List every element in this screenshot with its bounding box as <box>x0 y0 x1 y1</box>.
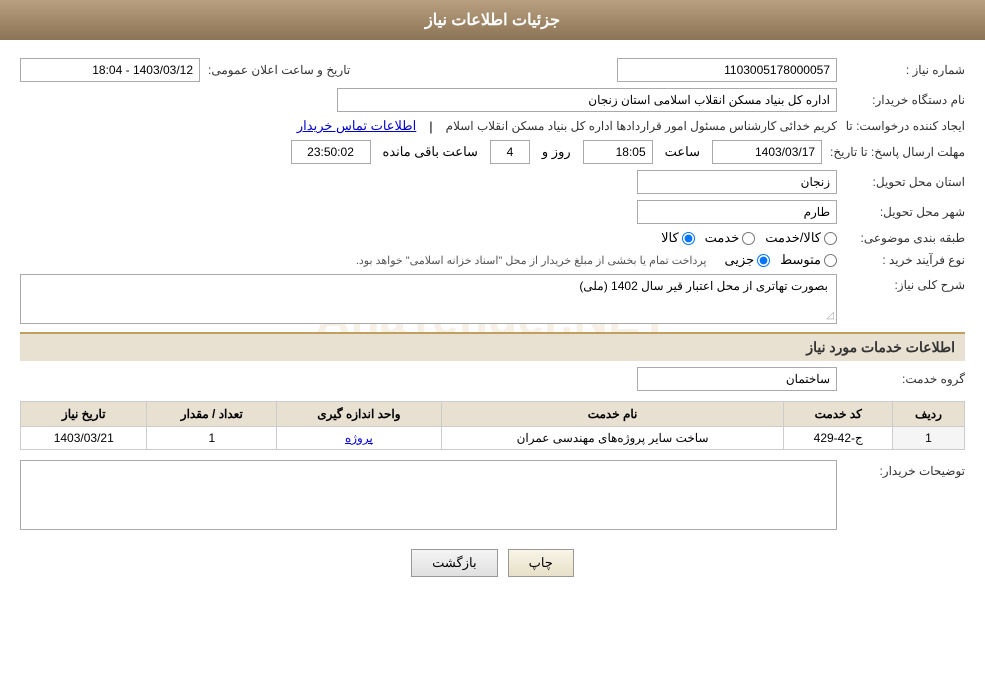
radio-kala-label: کالا <box>661 230 679 246</box>
buyer-org-label: نام دستگاه خریدار: <box>845 93 965 107</box>
creator-value: کریم خدائی کارشناس مسئول امور قراردادها … <box>446 119 837 133</box>
process-note: پرداخت تمام یا بخشی از مبلغ خریدار از مح… <box>356 254 707 267</box>
description-value: بصورت تهاتری از محل اعتبار قیر سال 1402 … <box>579 279 828 293</box>
cell-service-name: ساخت سایر پروژه‌های مهندسی عمران <box>441 427 784 450</box>
category-radio-kala-khedmat[interactable]: کالا/خدمت <box>765 230 837 246</box>
need-number-row: شماره نیاز : تاریخ و ساعت اعلان عمومی: <box>20 58 965 82</box>
reply-date-label: مهلت ارسال پاسخ: تا تاریخ: <box>830 145 965 159</box>
cell-count: 1 <box>147 427 277 450</box>
process-radio-group: متوسط جزیی <box>724 252 837 268</box>
radio-khedmat-label: خدمت <box>705 230 740 246</box>
description-label: شرح کلی نیاز: <box>845 278 965 292</box>
reply-days-input[interactable] <box>490 140 530 164</box>
creator-label: ایجاد کننده درخواست: تا <box>845 119 965 133</box>
col-unit: واحد اندازه گیری <box>277 402 441 427</box>
services-table-section: ردیف کد خدمت نام خدمت واحد اندازه گیری ت… <box>20 401 965 450</box>
back-button[interactable]: بازگشت <box>411 549 497 577</box>
city-label: شهر محل تحویل: <box>845 205 965 219</box>
reply-date-input[interactable] <box>712 140 822 164</box>
province-input[interactable] <box>637 170 837 194</box>
creator-row: ایجاد کننده درخواست: تا کریم خدائی کارشن… <box>20 118 965 134</box>
radio-khedmat[interactable] <box>742 232 755 245</box>
radio-kala-khedmat[interactable] <box>824 232 837 245</box>
category-radio-kala[interactable]: کالا <box>661 230 695 246</box>
services-header-text: اطلاعات خدمات مورد نیاز <box>806 339 955 355</box>
process-radio-medium[interactable]: متوسط <box>780 252 837 268</box>
need-number-label: شماره نیاز : <box>845 63 965 77</box>
table-row: 1 ج-42-429 ساخت سایر پروژه‌های مهندسی عم… <box>21 427 965 450</box>
services-section-header: اطلاعات خدمات مورد نیاز <box>20 332 965 361</box>
category-label: طبقه بندی موضوعی: <box>845 231 965 245</box>
process-row: نوع فرآیند خرید : متوسط جزیی پرداخت تمام… <box>20 252 965 268</box>
category-radio-group: کالا/خدمت خدمت کالا <box>661 230 837 246</box>
reply-time-input[interactable] <box>583 140 653 164</box>
content-wrapper: شماره نیاز : تاریخ و ساعت اعلان عمومی: ن… <box>20 58 965 587</box>
content-area: AnaTender.NET شماره نیاز : تاریخ و ساعت … <box>0 40 985 597</box>
cell-unit: پروژه <box>277 427 441 450</box>
buyer-notes-textarea[interactable] <box>20 460 837 530</box>
buyer-org-row: نام دستگاه خریدار: <box>20 88 965 112</box>
col-service-code: کد خدمت <box>784 402 893 427</box>
page-container: جزئیات اطلاعات نیاز AnaTender.NET شماره … <box>0 0 985 691</box>
col-count: تعداد / مقدار <box>147 402 277 427</box>
buyer-notes-row: توضیحات خریدار: <box>20 460 965 533</box>
buyer-notes-label: توضیحات خریدار: <box>845 464 965 478</box>
remaining-label: ساعت باقی مانده <box>383 144 478 160</box>
radio-partial-label: جزیی <box>724 252 754 268</box>
cell-row-num: 1 <box>892 427 964 450</box>
city-row: شهر محل تحویل: <box>20 200 965 224</box>
announcement-date-label: تاریخ و ساعت اعلان عمومی: <box>208 63 350 77</box>
process-label: نوع فرآیند خرید : <box>845 253 965 267</box>
button-group: چاپ بازگشت <box>20 539 965 587</box>
col-date: تاریخ نیاز <box>21 402 147 427</box>
unit-link[interactable]: پروژه <box>345 431 373 445</box>
col-service-name: نام خدمت <box>441 402 784 427</box>
service-group-row: گروه خدمت: <box>20 367 965 391</box>
creator-contact-link[interactable]: اطلاعات تماس خریدار <box>297 118 416 134</box>
radio-medium-label: متوسط <box>780 252 821 268</box>
services-table: ردیف کد خدمت نام خدمت واحد اندازه گیری ت… <box>20 401 965 450</box>
cell-date: 1403/03/21 <box>21 427 147 450</box>
reply-days-label: روز و <box>542 144 571 160</box>
service-group-input[interactable] <box>637 367 837 391</box>
province-label: استان محل تحویل: <box>845 175 965 189</box>
print-button[interactable]: چاپ <box>508 549 574 577</box>
description-row: شرح کلی نیاز: بصورت تهاتری از محل اعتبار… <box>20 274 965 324</box>
radio-kala[interactable] <box>682 232 695 245</box>
radio-partial[interactable] <box>757 254 770 267</box>
city-input[interactable] <box>637 200 837 224</box>
page-header: جزئیات اطلاعات نیاز <box>0 0 985 40</box>
province-row: استان محل تحویل: <box>20 170 965 194</box>
service-group-label: گروه خدمت: <box>845 372 965 386</box>
col-row-num: ردیف <box>892 402 964 427</box>
reply-date-row: مهلت ارسال پاسخ: تا تاریخ: ساعت روز و سا… <box>20 140 965 164</box>
cell-service-code: ج-42-429 <box>784 427 893 450</box>
radio-medium[interactable] <box>824 254 837 267</box>
remaining-time-input[interactable] <box>291 140 371 164</box>
announcement-date-input[interactable] <box>20 58 200 82</box>
buyer-org-input[interactable] <box>337 88 837 112</box>
buyer-notes-container <box>20 460 837 533</box>
resize-handle: ◿ <box>826 310 834 321</box>
need-number-input[interactable] <box>617 58 837 82</box>
process-radio-partial[interactable]: جزیی <box>724 252 770 268</box>
page-title: جزئیات اطلاعات نیاز <box>425 12 560 29</box>
category-radio-khedmat[interactable]: خدمت <box>705 230 756 246</box>
description-box: بصورت تهاتری از محل اعتبار قیر سال 1402 … <box>20 274 837 324</box>
reply-time-label: ساعت <box>665 144 700 160</box>
category-row: طبقه بندی موضوعی: کالا/خدمت خدمت کالا <box>20 230 965 246</box>
table-header-row: ردیف کد خدمت نام خدمت واحد اندازه گیری ت… <box>21 402 965 427</box>
radio-kala-khedmat-label: کالا/خدمت <box>765 230 821 246</box>
